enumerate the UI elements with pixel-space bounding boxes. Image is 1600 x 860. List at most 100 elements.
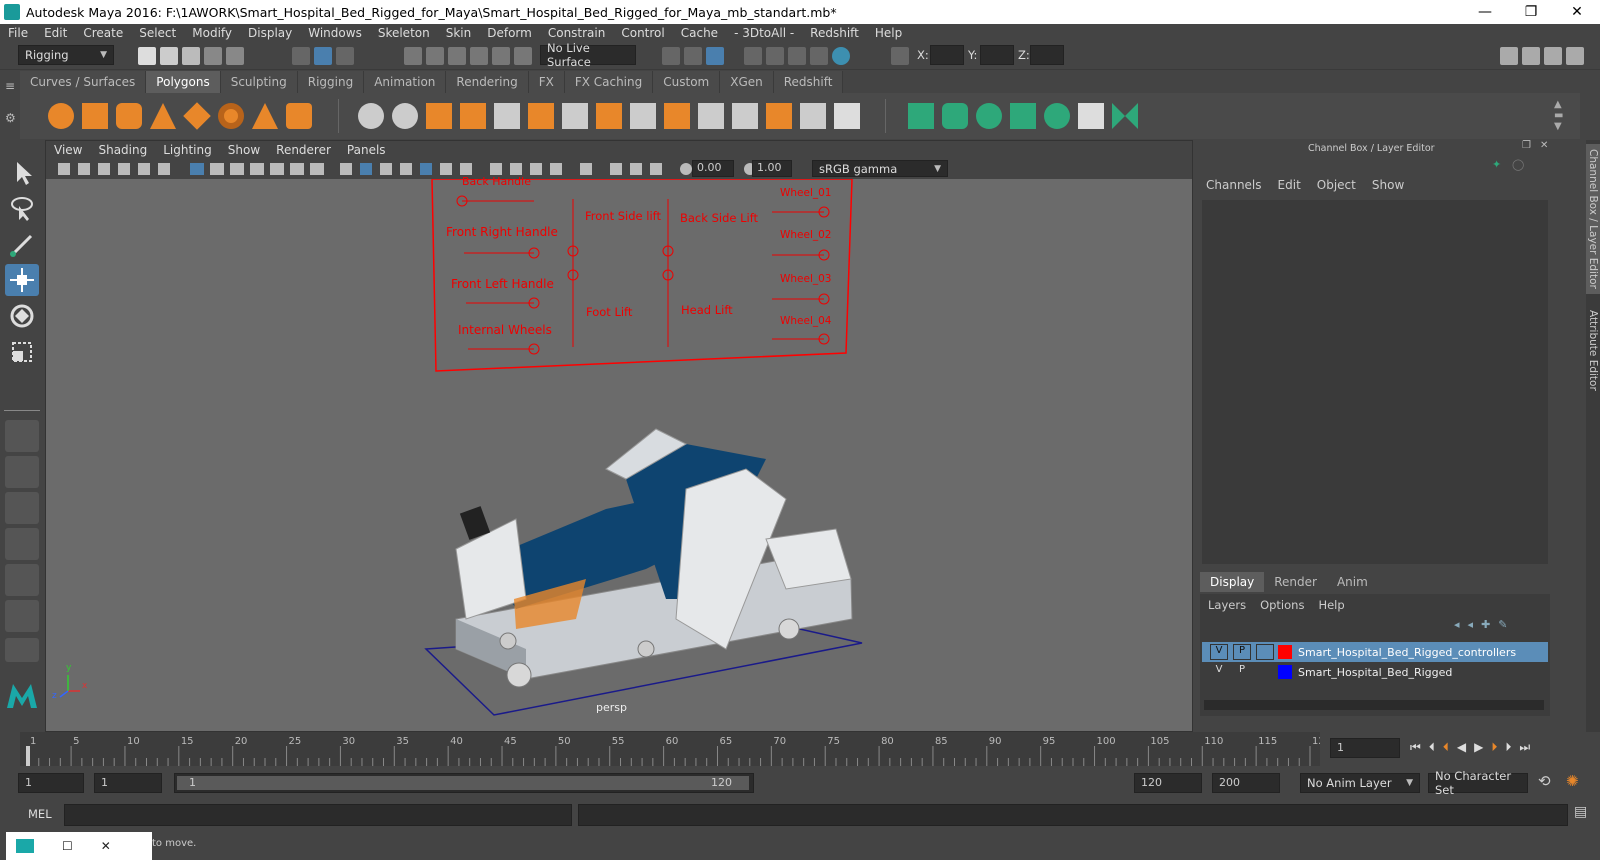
rig-label-wheel-01[interactable]: Wheel_01 <box>780 187 832 199</box>
layer-playback-toggle[interactable]: P <box>1233 664 1251 680</box>
menu-skeleton[interactable]: Skeleton <box>370 26 438 40</box>
boolean-icon[interactable] <box>494 103 520 129</box>
poly-torus-icon[interactable] <box>218 103 244 129</box>
shelf-menu-icon[interactable]: ≡ <box>5 79 15 93</box>
layer-name[interactable]: Smart_Hospital_Bed_Rigged_controllers <box>1298 646 1516 659</box>
paint-select-tool-icon[interactable] <box>5 228 39 260</box>
layer-playback-toggle[interactable]: P <box>1233 644 1251 660</box>
channel-options-icon[interactable]: ✦ <box>1492 158 1501 171</box>
range-slider-handle[interactable] <box>177 776 749 790</box>
tab-custom[interactable]: Custom <box>653 71 721 93</box>
rig-label-internal-wheels[interactable]: Internal Wheels <box>458 323 552 337</box>
attribute-editor-toggle-icon[interactable] <box>1522 47 1540 65</box>
tab-fx-caching[interactable]: FX Caching <box>564 71 654 93</box>
tab-polygons[interactable]: Polygons <box>146 71 221 93</box>
restore-window-icon[interactable]: ☐ <box>62 839 73 853</box>
hierarchy-mode-icon[interactable] <box>292 47 310 65</box>
poly-sphere-icon[interactable] <box>48 103 74 129</box>
cut-uv-icon[interactable] <box>1112 103 1138 129</box>
minimize-button[interactable]: — <box>1462 0 1508 24</box>
layer-color-swatch[interactable] <box>1278 645 1292 659</box>
extrude-icon[interactable] <box>528 103 554 129</box>
persp-outliner-graph-layout-icon[interactable] <box>5 564 39 596</box>
unfold-uv-icon[interactable] <box>1044 103 1070 129</box>
smooth-icon[interactable] <box>460 103 486 129</box>
rig-label-front-side-lift[interactable]: Front Side lift <box>585 209 661 223</box>
layer-menu-layers[interactable]: Layers <box>1208 598 1246 612</box>
object-mode-icon[interactable] <box>314 47 332 65</box>
cb-menu-edit[interactable]: Edit <box>1270 178 1309 192</box>
move-layer-up-icon[interactable]: ◂ <box>1454 618 1460 631</box>
merge-icon[interactable] <box>800 103 826 129</box>
shelf-scroll-icon[interactable]: ▲ ▬ ▼ <box>1554 99 1563 132</box>
step-forward-frame-icon[interactable]: ⏵ <box>1505 740 1511 755</box>
hypershade-persp-layout-icon[interactable] <box>5 600 39 632</box>
shelf-gear-icon[interactable]: ⚙ <box>5 111 16 125</box>
menu-windows[interactable]: Windows <box>300 26 370 40</box>
z-input[interactable] <box>1030 45 1064 65</box>
menu-skin[interactable]: Skin <box>438 26 480 40</box>
go-to-end-icon[interactable]: ⏭ <box>1519 740 1530 755</box>
tab-xgen[interactable]: XGen <box>720 71 774 93</box>
menu-select[interactable]: Select <box>131 26 184 40</box>
four-view-layout-icon[interactable] <box>5 456 39 488</box>
component-mode-icon[interactable] <box>336 47 354 65</box>
uv-editor-icon[interactable] <box>1078 103 1104 129</box>
tab-fx[interactable]: FX <box>528 71 565 93</box>
script-editor-icon[interactable]: ▤ <box>1574 804 1587 820</box>
rig-label-head-lift[interactable]: Head Lift <box>681 303 733 317</box>
vp-menu-lighting[interactable]: Lighting <box>155 143 220 157</box>
snap-grid-icon[interactable] <box>404 47 422 65</box>
step-back-frame-icon[interactable]: ⏴ <box>1429 740 1435 755</box>
tab-redshift[interactable]: Redshift <box>773 71 844 93</box>
layer-horizontal-scrollbar[interactable] <box>1204 700 1544 710</box>
step-forward-key-icon[interactable]: ⏵ <box>1491 740 1497 755</box>
animation-start-field[interactable]: 1 <box>18 773 84 793</box>
layer-menu-options[interactable]: Options <box>1260 598 1304 612</box>
rig-label-front-right-handle[interactable]: Front Right Handle <box>446 225 558 239</box>
layer-row[interactable]: V P Smart_Hospital_Bed_Rigged_controller… <box>1202 642 1548 662</box>
lasso-tool-icon[interactable] <box>5 192 39 224</box>
poly-cone-icon[interactable] <box>150 103 176 129</box>
insert-edge-loop-icon[interactable] <box>698 103 724 129</box>
character-set-dropdown[interactable]: No Character Set <box>1428 769 1528 797</box>
new-scene-icon[interactable] <box>138 47 156 65</box>
rig-label-back-handle[interactable]: Back Handle <box>462 175 531 188</box>
current-time-indicator[interactable] <box>26 746 30 766</box>
layer-display-type-toggle[interactable] <box>1256 664 1274 680</box>
perspective-viewport[interactable]: View Shading Lighting Show Renderer Pane… <box>45 140 1193 732</box>
menu-edit[interactable]: Edit <box>36 26 75 40</box>
x-input[interactable] <box>930 45 964 65</box>
snap-curve-icon[interactable] <box>426 47 444 65</box>
layer-color-swatch[interactable] <box>1278 665 1292 679</box>
fill-hole-icon[interactable] <box>664 103 690 129</box>
poly-pyramid-icon[interactable] <box>252 103 278 129</box>
menu-display[interactable]: Display <box>240 26 300 40</box>
planar-uv-icon[interactable] <box>908 103 934 129</box>
transform-input-icon[interactable] <box>891 47 909 65</box>
color-space-dropdown[interactable]: sRGB gamma ▼ <box>812 160 948 177</box>
snap-live-icon[interactable] <box>492 47 510 65</box>
layer-visibility-toggle[interactable]: V <box>1210 644 1228 660</box>
command-language-label[interactable]: MEL <box>28 807 52 821</box>
tab-curves-surfaces[interactable]: Curves / Surfaces <box>20 71 147 93</box>
channel-box-toggle-icon[interactable] <box>1566 47 1584 65</box>
tab-rendering[interactable]: Rendering <box>446 71 529 93</box>
side-tab-channel-box[interactable]: Channel Box / Layer Editor <box>1586 144 1600 294</box>
float-panel-icon[interactable]: ❐ <box>1522 140 1531 151</box>
modeling-toolkit-icon[interactable] <box>1500 47 1518 65</box>
merge-to-center-icon[interactable] <box>834 103 860 129</box>
vp-menu-shading[interactable]: Shading <box>90 143 155 157</box>
target-weld-icon[interactable] <box>766 103 792 129</box>
cb-menu-object[interactable]: Object <box>1309 178 1364 192</box>
tab-render-layers[interactable]: Render <box>1264 572 1327 592</box>
layout-options-icon[interactable] <box>5 638 39 662</box>
cb-menu-show[interactable]: Show <box>1364 178 1412 192</box>
range-slider[interactable]: 1 120 <box>174 773 754 793</box>
close-panel-icon[interactable]: ✕ <box>1540 140 1548 151</box>
separate-icon[interactable] <box>392 103 418 129</box>
menu-deform[interactable]: Deform <box>479 26 540 40</box>
menu-help[interactable]: Help <box>867 26 910 40</box>
tab-sculpting[interactable]: Sculpting <box>220 71 298 93</box>
undo-icon[interactable] <box>204 47 222 65</box>
